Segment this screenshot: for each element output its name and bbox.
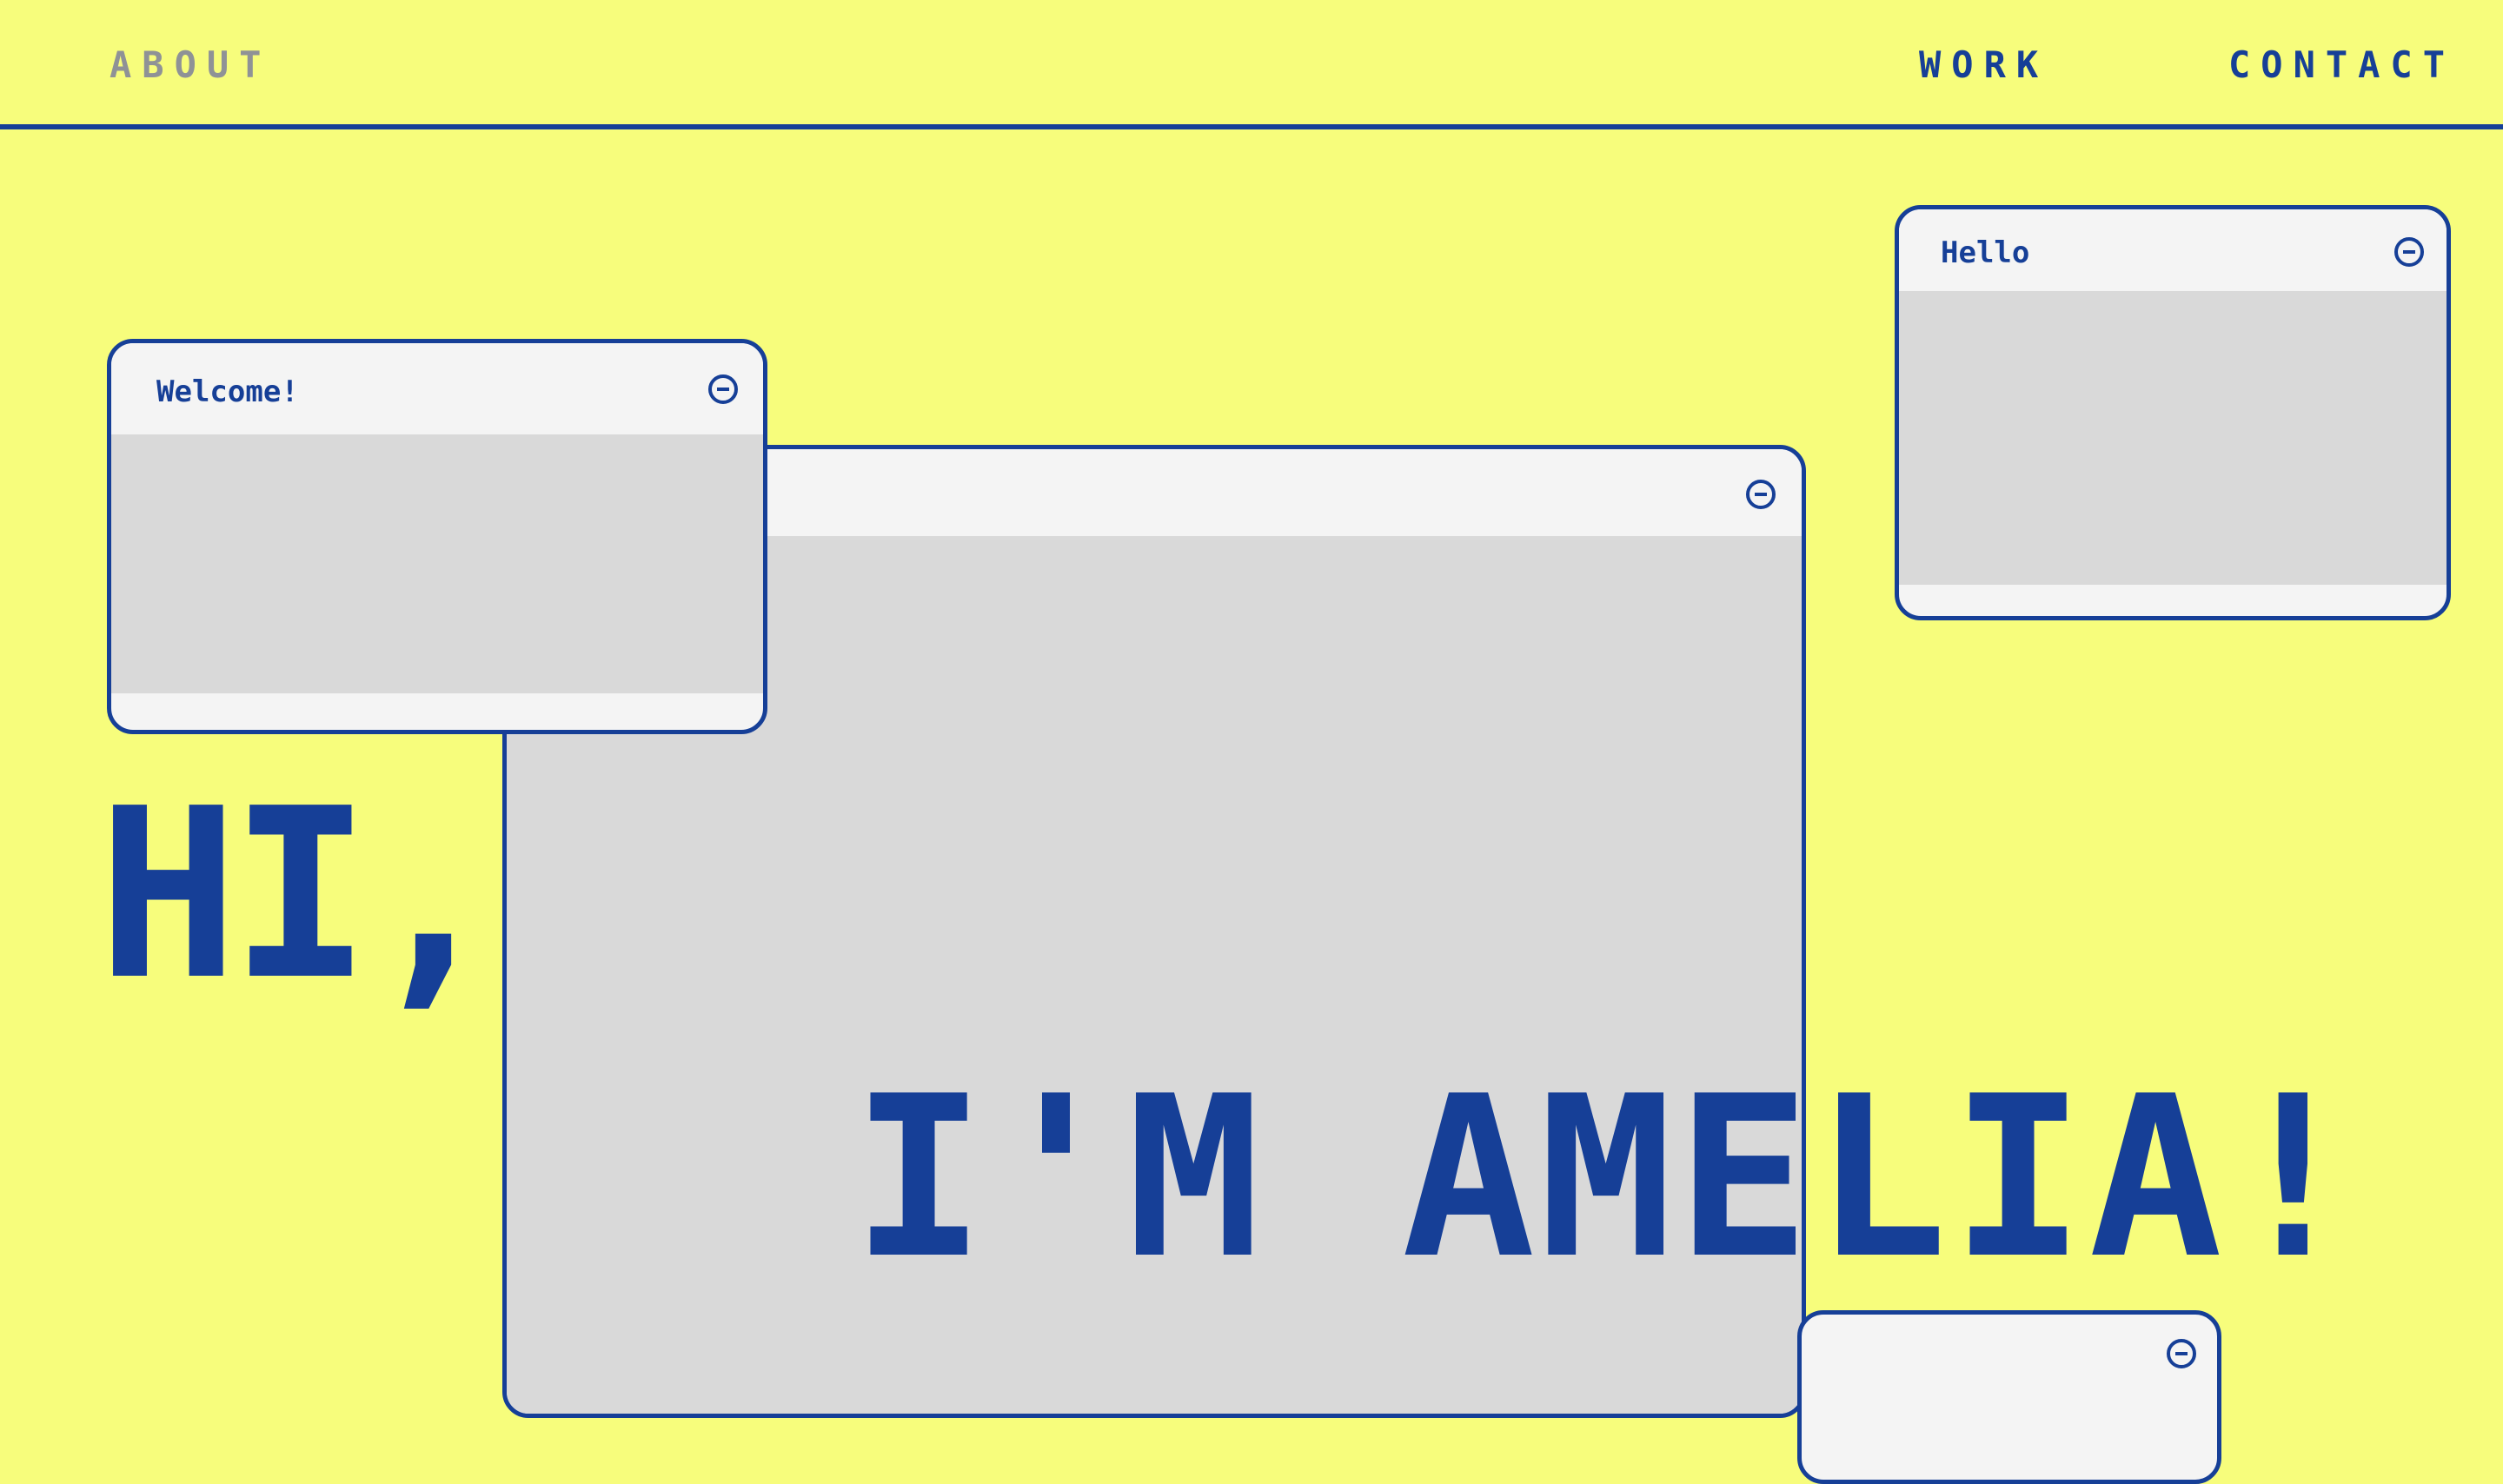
welcome-window-content	[111, 434, 763, 693]
bottom-window[interactable]	[1797, 1310, 2221, 1484]
nav-about-link[interactable]: ABOUT	[110, 43, 271, 86]
hello-window-content	[1899, 291, 2447, 585]
nav-contact-link[interactable]: CONTACT	[2228, 43, 2455, 86]
welcome-window[interactable]: Welcome!	[107, 339, 767, 734]
minimize-circle-icon[interactable]	[2394, 237, 2424, 267]
header-divider	[0, 124, 2503, 129]
welcome-window-title: Welcome!	[156, 374, 299, 409]
nav-work-link[interactable]: WORK	[1919, 43, 2048, 86]
minimize-circle-icon[interactable]	[2167, 1339, 2196, 1368]
hello-window-title: Hello	[1941, 235, 2030, 270]
hello-window[interactable]: Hello	[1895, 205, 2451, 620]
hero-greeting: HI,	[97, 758, 504, 1031]
minimize-circle-icon[interactable]	[708, 374, 738, 404]
minimize-circle-icon[interactable]	[1746, 480, 1776, 509]
hero-name: I'M AMELIA!	[852, 1049, 2364, 1308]
